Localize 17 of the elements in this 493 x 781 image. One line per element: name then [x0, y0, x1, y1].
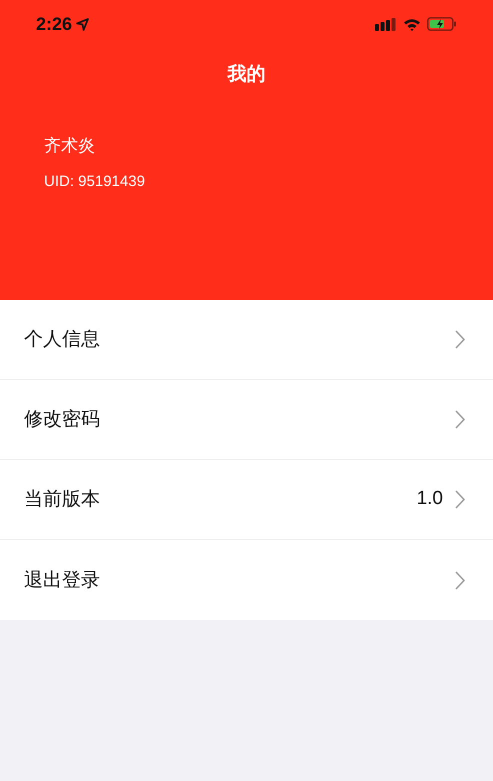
chevron-right-icon [455, 410, 465, 429]
menu-label: 修改密码 [24, 407, 101, 432]
signal-icon [375, 18, 397, 30]
user-uid: UID: 95191439 [44, 172, 146, 192]
menu-label: 当前版本 [24, 487, 101, 512]
menu-value: 1.0 [416, 487, 443, 512]
menu-label: 个人信息 [24, 327, 101, 352]
location-arrow-icon [76, 18, 90, 30]
chevron-right-icon [455, 570, 465, 590]
wifi-icon [403, 18, 421, 30]
chevron-right-icon [455, 490, 465, 509]
chevron-right-icon [455, 330, 465, 349]
page-title: 我的 [228, 62, 266, 87]
menu-label: 退出登录 [24, 568, 101, 593]
battery-icon [427, 17, 457, 31]
status-time: 2:26 [36, 12, 72, 36]
user-name: 齐术炎 [44, 134, 96, 158]
